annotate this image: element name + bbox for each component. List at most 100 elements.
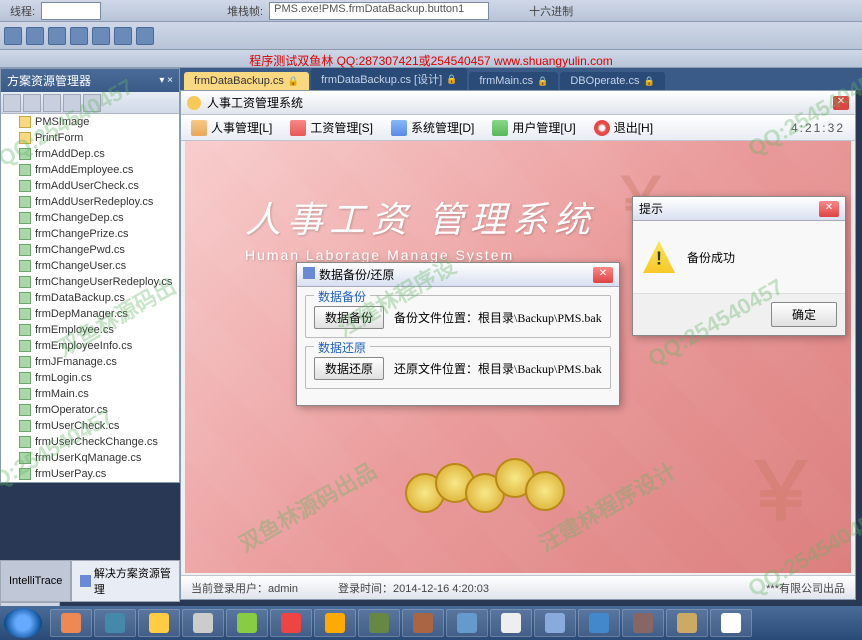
sln-file-item[interactable]: frmMain.cs — [1, 386, 179, 402]
backup-dialog-titlebar[interactable]: 数据备份/还原 ✕ — [297, 263, 619, 287]
taskbar-item[interactable] — [402, 609, 444, 637]
taskbar-item[interactable] — [710, 609, 752, 637]
hero-cn: 人事工资 管理系统 — [245, 191, 596, 243]
alert-titlebar[interactable]: 提示 ✕ — [633, 197, 845, 221]
cs-file-icon — [19, 164, 31, 176]
solution-explorer: 方案资源管理器 ▾ × PMSImagePrintFormfrmAddDep.c… — [0, 68, 180, 483]
stack-label: 堆栈帧: — [227, 3, 263, 19]
restore-button[interactable]: 数据还原 — [314, 357, 384, 380]
sln-file-label: frmUserKqManage.cs — [35, 452, 141, 464]
sln-file-label: frmEmployee.cs — [35, 324, 114, 336]
cs-file-icon — [19, 452, 31, 464]
taskbar-item[interactable] — [666, 609, 708, 637]
toolbar-icon[interactable] — [70, 27, 88, 45]
backup-group: 数据备份 数据备份 备份文件位置：根目录\Backup\PMS.bak — [305, 295, 611, 338]
sln-explorer-tab[interactable]: 解决方案资源管理 — [71, 560, 180, 602]
toolbar-icon[interactable] — [48, 27, 66, 45]
taskbar-item[interactable] — [270, 609, 312, 637]
taskbar-item[interactable] — [622, 609, 664, 637]
sln-tool-icon[interactable] — [63, 94, 81, 112]
stack-value[interactable]: PMS.exe!PMS.frmDataBackup.button1 — [269, 2, 489, 20]
taskbar-item[interactable] — [94, 609, 136, 637]
sln-tool-icon[interactable] — [83, 94, 101, 112]
taskbar-item[interactable] — [138, 609, 180, 637]
menu-system[interactable]: 系统管理[D] — [391, 119, 474, 136]
taskbar-item[interactable] — [490, 609, 532, 637]
sln-file-item[interactable]: frmOperator.cs — [1, 402, 179, 418]
toolbar-icon[interactable] — [92, 27, 110, 45]
sln-file-item[interactable]: frmUserCheckChange.cs — [1, 434, 179, 450]
menu-salary[interactable]: 工资管理[S] — [290, 119, 373, 136]
sln-file-label: frmChangeUser.cs — [35, 260, 126, 272]
sln-file-label: frmChangeDep.cs — [35, 212, 124, 224]
taskbar-item[interactable] — [50, 609, 92, 637]
app-icon — [187, 96, 201, 110]
sln-tool-icon[interactable] — [3, 94, 21, 112]
ok-button[interactable]: 确定 — [771, 302, 837, 327]
toolbar-icon[interactable] — [4, 27, 22, 45]
sln-file-item[interactable]: frmDepManager.cs — [1, 306, 179, 322]
taskbar-item[interactable] — [578, 609, 620, 637]
sln-icon — [80, 575, 91, 587]
taskbar-item[interactable] — [314, 609, 356, 637]
cs-file-icon — [19, 292, 31, 304]
sln-file-item[interactable]: frmAddUserRedeploy.cs — [1, 194, 179, 210]
ide-toolbar-row2 — [0, 22, 862, 50]
close-icon[interactable]: ✕ — [833, 96, 849, 110]
sln-file-item[interactable]: frmUserPay.cs — [1, 466, 179, 482]
sln-tool-icon[interactable] — [43, 94, 61, 112]
start-button[interactable] — [4, 608, 42, 638]
folder-icon — [19, 116, 31, 128]
sln-file-label: frmOperator.cs — [35, 404, 108, 416]
toolbar-icon[interactable] — [136, 27, 154, 45]
close-icon[interactable]: ✕ — [593, 267, 613, 283]
hero-en: Human Laborage Manage System — [245, 247, 596, 263]
sln-title-bar: 方案资源管理器 ▾ × — [1, 69, 179, 92]
sln-file-item[interactable]: frmDataBackup.cs — [1, 290, 179, 306]
clock-display: 4:21:32 — [791, 121, 845, 135]
taskbar-item[interactable] — [358, 609, 400, 637]
sln-file-item[interactable]: frmUserKqManage.cs — [1, 450, 179, 466]
sln-file-item[interactable]: frmChangePwd.cs — [1, 242, 179, 258]
backup-button[interactable]: 数据备份 — [314, 306, 384, 329]
sln-file-label: frmChangePrize.cs — [35, 228, 129, 240]
sln-file-item[interactable]: frmUserCheck.cs — [1, 418, 179, 434]
sln-file-item[interactable]: frmAddEmployee.cs — [1, 162, 179, 178]
banner-text: 程序测试双鱼林 QQ:287307421或254540457 www.shuan… — [0, 50, 862, 68]
file-tab[interactable]: frmMain.cs🔒 — [469, 72, 558, 90]
sln-file-item[interactable]: frmAddDep.cs — [1, 146, 179, 162]
sln-file-item[interactable]: frmJFmanage.cs — [1, 354, 179, 370]
file-tab[interactable]: DBOperate.cs🔒 — [560, 72, 664, 90]
sln-file-item[interactable]: PrintForm — [1, 130, 179, 146]
sln-file-item[interactable]: frmChangePrize.cs — [1, 226, 179, 242]
taskbar-item[interactable] — [534, 609, 576, 637]
sln-file-item[interactable]: frmAddUserCheck.cs — [1, 178, 179, 194]
toolbar-icon[interactable] — [114, 27, 132, 45]
system-icon — [391, 120, 407, 136]
menu-exit[interactable]: 退出[H] — [594, 119, 653, 136]
sln-file-item[interactable]: frmEmployee.cs — [1, 322, 179, 338]
sln-file-item[interactable]: frmChangeUserRedeploy.cs — [1, 274, 179, 290]
taskbar-item[interactable] — [226, 609, 268, 637]
taskbar-item[interactable] — [446, 609, 488, 637]
sln-file-item[interactable]: frmLogin.cs — [1, 370, 179, 386]
file-tab[interactable]: frmDataBackup.cs [设计]🔒 — [311, 68, 467, 90]
taskbar-item[interactable] — [182, 609, 224, 637]
close-icon[interactable]: ✕ — [819, 201, 839, 217]
sln-file-item[interactable]: PMSImage — [1, 114, 179, 130]
alert-message: 备份成功 — [687, 249, 735, 266]
sln-file-item[interactable]: frmChangeDep.cs — [1, 210, 179, 226]
sln-file-item[interactable]: frmEmployeeInfo.cs — [1, 338, 179, 354]
file-tab[interactable]: frmDataBackup.cs🔒 — [184, 72, 309, 90]
thread-input[interactable] — [41, 2, 101, 20]
toolbar-icon[interactable] — [26, 27, 44, 45]
sln-title-text: 方案资源管理器 — [7, 72, 91, 89]
sln-pin-icon[interactable]: ▾ × — [159, 75, 173, 86]
sln-file-item[interactable]: frmChangeUser.cs — [1, 258, 179, 274]
intellitrace-tab[interactable]: IntelliTrace — [0, 560, 71, 602]
menu-user[interactable]: 用户管理[U] — [492, 119, 575, 136]
sln-tool-icon[interactable] — [23, 94, 41, 112]
menu-person[interactable]: 人事管理[L] — [191, 119, 272, 136]
cs-file-icon — [19, 324, 31, 336]
sln-file-label: frmUserPay.cs — [35, 468, 106, 480]
